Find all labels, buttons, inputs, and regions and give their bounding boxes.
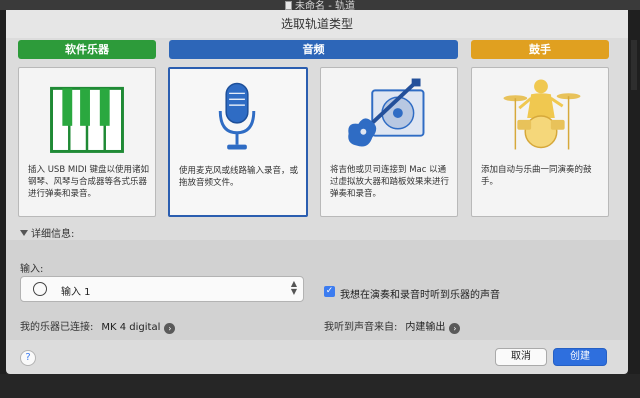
instrument-info-icon[interactable]: ›	[164, 323, 176, 334]
window-titlebar: 未命名 - 轨道	[0, 0, 640, 12]
select-arrows-icon: ▲ ▼	[290, 279, 297, 296]
cancel-button[interactable]: 取消	[495, 348, 547, 366]
track-type-dialog: 选取轨道类型 软件乐器 音频 鼓手 插入 USB MIDI 键盘以使用诸如钢琴、…	[6, 10, 628, 374]
microphone-icon	[218, 82, 256, 150]
background-bottom	[0, 374, 640, 398]
details-label: 详细信息:	[31, 229, 75, 240]
background-right	[628, 10, 640, 398]
input-source-icon	[33, 282, 47, 296]
category-software-instrument: 软件乐器	[18, 40, 156, 59]
instrument-connected-row: 我的乐器已连接: MK 4 digital ›	[20, 318, 176, 334]
input-select[interactable]: 输入 1 ▲ ▼	[20, 276, 304, 302]
monitor-checkbox[interactable]: ✓	[324, 286, 335, 297]
card-description: 使用麦克风或线路输入录音，或拖放音频文件。	[179, 166, 299, 188]
category-drummer: 鼓手	[471, 40, 609, 59]
background-strip	[631, 40, 637, 90]
card-drummer[interactable]: 添加自动与乐曲一同演奏的鼓手。	[471, 67, 609, 217]
card-audio-microphone[interactable]: 使用麦克风或线路输入录音，或拖放音频文件。	[168, 67, 308, 217]
card-guitar-bass[interactable]: 将吉他或贝司连接到 Mac 以通过虚拟放大器和踏板效果来进行弹奏和录音。	[320, 67, 458, 217]
dialog-title: 选取轨道类型	[6, 10, 628, 38]
help-button[interactable]: ?	[20, 350, 36, 366]
guitar-amp-icon	[348, 78, 425, 147]
output-info-icon[interactable]: ›	[449, 323, 461, 334]
output-label: 我听到声音来自:	[324, 322, 398, 333]
instrument-value: MK 4 digital	[101, 322, 161, 333]
card-software-instrument[interactable]: 插入 USB MIDI 键盘以使用诸如钢琴、风琴与合成器等各式乐器进行弹奏和录音…	[18, 67, 156, 217]
output-value: 内建输出	[405, 322, 446, 333]
instrument-label: 我的乐器已连接:	[20, 322, 94, 333]
input-label: 输入:	[20, 264, 44, 275]
card-description: 将吉他或贝司连接到 Mac 以通过虚拟放大器和踏板效果来进行弹奏和录音。	[330, 165, 450, 199]
disclosure-triangle-icon	[20, 230, 28, 236]
document-icon	[285, 1, 293, 10]
piano-keys-icon	[50, 86, 124, 153]
card-description: 添加自动与乐曲一同演奏的鼓手。	[481, 165, 592, 187]
create-button[interactable]: 创建	[553, 348, 607, 366]
monitor-checkbox-label[interactable]: 我想在演奏和录音时听到乐器的声音	[340, 286, 500, 301]
card-description: 插入 USB MIDI 键盘以使用诸如钢琴、风琴与合成器等各式乐器进行弹奏和录音…	[28, 165, 149, 199]
details-disclosure[interactable]: 详细信息:	[20, 225, 74, 240]
drummer-icon	[503, 79, 581, 150]
output-row: 我听到声音来自: 内建输出 ›	[324, 318, 461, 334]
category-audio: 音频	[169, 40, 458, 59]
input-select-value: 输入 1	[61, 287, 91, 298]
